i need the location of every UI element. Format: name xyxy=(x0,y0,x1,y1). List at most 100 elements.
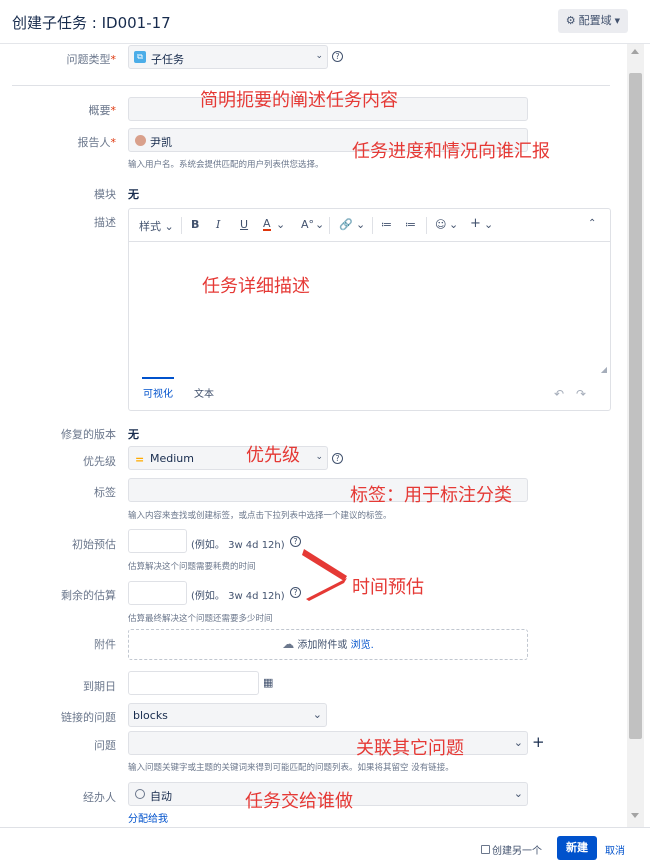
issue-label: 问题 xyxy=(94,739,116,752)
remaining-estimate-label: 剩余的估算 xyxy=(61,589,116,602)
insert-plus-icon[interactable]: + xyxy=(470,216,481,231)
remaining-estimate-help: 估算最终解决这个问题还需要多少时间 xyxy=(128,614,273,624)
remaining-estimate-example: (例如。 3w 4d 12h) xyxy=(191,591,285,602)
more-format-button[interactable]: A° xyxy=(301,218,314,231)
annotation-description: 任务详细描述 xyxy=(202,276,310,297)
link-type-label: 链接的问题 xyxy=(61,711,116,724)
due-date-label: 到期日 xyxy=(83,680,116,693)
priority-label: 优先级 xyxy=(83,455,116,468)
caret-down-icon: ▼ xyxy=(614,17,620,25)
arrow-up-right-shape xyxy=(302,549,347,581)
issue-help: 输入问题关键字或主题的关键词来得到可能匹配的问题列表。如果将其留空 没有链接。 xyxy=(128,763,454,773)
toolbar-divider xyxy=(181,217,182,234)
link-type-select[interactable]: blocks ⌄ xyxy=(128,703,327,727)
link-icon[interactable]: 🔗 xyxy=(339,218,353,231)
assign-to-me-link[interactable]: 分配给我 xyxy=(128,810,168,825)
toolbar-divider xyxy=(426,217,427,234)
reporter-label: 报告人* xyxy=(77,136,117,149)
tab-text[interactable]: 文本 xyxy=(194,385,214,400)
chevron-down-icon: ⌄ xyxy=(312,708,322,721)
create-another-checkbox[interactable]: 创建另一个 xyxy=(481,842,542,857)
cloud-upload-icon: ☁ xyxy=(282,637,295,651)
dialog-title: 创建子任务 : ID001-17 xyxy=(12,14,171,32)
original-estimate-label: 初始预估 xyxy=(72,538,116,551)
gear-icon: ⚙ xyxy=(565,14,576,27)
checkbox-box[interactable] xyxy=(481,845,490,854)
numbered-list-icon[interactable]: ≔ xyxy=(405,218,416,231)
issue-input[interactable]: ⌄ xyxy=(128,731,528,755)
tab-visual[interactable]: 可视化 xyxy=(142,377,174,400)
annotation-summary: 简明扼要的阐述任务内容 xyxy=(200,90,398,111)
issue-type-label: 问题类型* xyxy=(66,53,117,66)
reporter-help: 输入用户名。系统会提供匹配的用户列表供您选择。 xyxy=(128,160,324,170)
create-another-label: 创建另一个 xyxy=(492,846,542,857)
bold-button[interactable]: B xyxy=(191,218,199,231)
due-date-input[interactable] xyxy=(128,671,259,695)
chevron-down-icon: ⌄ xyxy=(513,787,523,800)
annotation-reporter: 任务进度和情况向谁汇报 xyxy=(352,141,550,162)
module-value: 无 xyxy=(128,188,139,201)
annotation-labels: 标签：用于标注分类 xyxy=(350,485,512,506)
auto-assign-icon xyxy=(135,789,145,799)
annotation-issue: 关联其它问题 xyxy=(356,738,464,759)
scrollbar-thumb[interactable] xyxy=(629,73,642,739)
help-icon[interactable]: ? xyxy=(332,453,343,464)
fix-version-label: 修复的版本 xyxy=(61,428,116,441)
italic-button[interactable]: I xyxy=(216,218,220,231)
chevron-down-icon: ⌄ xyxy=(276,218,286,231)
editor-content-area[interactable] xyxy=(129,243,610,373)
emoji-icon[interactable]: ☺ xyxy=(435,218,446,231)
browse-link[interactable]: 浏览. xyxy=(351,640,374,651)
assignee-value: 自动 xyxy=(150,790,172,803)
avatar xyxy=(135,135,146,146)
undo-icon[interactable]: ↶ xyxy=(554,387,564,401)
add-issue-plus-icon[interactable]: + xyxy=(532,733,545,751)
annotation-estimate: 时间预估 xyxy=(352,577,424,598)
scroll-up-arrow[interactable] xyxy=(631,49,639,54)
reporter-value: 尹凯 xyxy=(150,136,172,149)
scroll-down-arrow[interactable] xyxy=(631,813,639,818)
toolbar-divider xyxy=(329,217,330,234)
underline-button[interactable]: U xyxy=(240,218,248,231)
attachment-text: 添加附件或 xyxy=(297,640,348,651)
remaining-estimate-input[interactable] xyxy=(128,581,187,605)
editor-toolbar: 样式 ⌄ B I U A ⌄ A° ⌄ 🔗 ⌄ ≔ ≔ ☺ ⌄ + ⌄ ⌃ xyxy=(129,209,610,242)
attachment-dropzone[interactable]: ☁ 添加附件或 浏览. xyxy=(128,629,528,660)
bullet-list-icon[interactable]: ≔ xyxy=(381,218,392,231)
issue-type-value: 子任务 xyxy=(151,53,184,66)
create-button[interactable]: 新建 xyxy=(557,836,597,860)
text-color-button[interactable]: A xyxy=(263,218,271,231)
dialog-header: 创建子任务 : ID001-17 ⚙ 配置域 ▼ xyxy=(0,0,650,44)
calendar-icon[interactable]: ▦ xyxy=(263,676,273,689)
module-label: 模块 xyxy=(94,188,116,201)
chevron-down-icon: ⌄ xyxy=(315,218,325,231)
priority-value: Medium xyxy=(150,452,194,465)
description-editor[interactable]: 样式 ⌄ B I U A ⌄ A° ⌄ 🔗 ⌄ ≔ ≔ ☺ ⌄ + ⌄ ⌃ ◢ … xyxy=(128,208,611,411)
assignee-label: 经办人 xyxy=(83,791,116,804)
chevron-down-icon: ⌄ xyxy=(315,452,323,462)
annotation-priority: 优先级 xyxy=(246,445,300,466)
collapse-toolbar-icon[interactable]: ⌃ xyxy=(588,218,596,229)
dialog-footer: 创建另一个 新建 取消 xyxy=(0,827,650,867)
labels-label: 标签 xyxy=(94,486,116,499)
fix-version-value: 无 xyxy=(128,428,139,441)
redo-icon[interactable]: ↷ xyxy=(576,387,586,401)
style-dropdown[interactable]: 样式 ⌄ xyxy=(139,218,174,234)
chevron-down-icon: ⌄ xyxy=(449,218,459,231)
configure-fields-label: 配置域 xyxy=(578,14,612,27)
annotation-assignee: 任务交给谁做 xyxy=(245,791,353,812)
summary-label: 概要* xyxy=(88,104,117,117)
cancel-link[interactable]: 取消 xyxy=(605,842,625,857)
description-label: 描述 xyxy=(94,216,116,229)
resize-handle-icon[interactable]: ◢ xyxy=(601,365,607,374)
chevron-down-icon: ⌄ xyxy=(484,218,494,231)
issue-type-select[interactable]: ⧉ 子任务 ⌄ xyxy=(128,45,328,69)
help-icon[interactable]: ? xyxy=(332,51,343,62)
toolbar-divider xyxy=(372,217,373,234)
original-estimate-input[interactable] xyxy=(128,529,187,553)
original-estimate-example: (例如。 3w 4d 12h) xyxy=(191,540,285,551)
configure-fields-button[interactable]: ⚙ 配置域 ▼ xyxy=(557,9,628,33)
arrow-down-left-shape xyxy=(306,578,347,601)
chevron-down-icon: ⌄ xyxy=(513,736,523,749)
labels-help: 输入内容来查找或创建标签，或点击下拉列表中选择一个建议的标签。 xyxy=(128,511,392,521)
